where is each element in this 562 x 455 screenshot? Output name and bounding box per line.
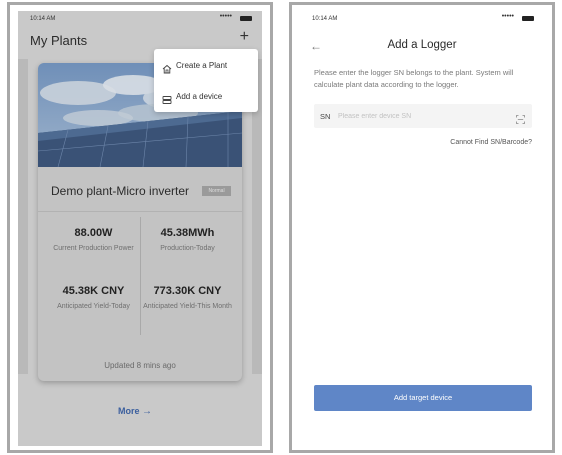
stat-yield-month: 773.30K CNY Anticipated Yield-This Month (141, 285, 234, 311)
scan-icon[interactable] (516, 111, 525, 124)
add-icon[interactable]: + (240, 28, 249, 46)
page-title: Add a Logger (387, 39, 457, 51)
updated-time: Updated 8 mins ago (104, 361, 176, 370)
device-icon (162, 92, 172, 104)
stat-label: Anticipated Yield-Today (57, 303, 130, 310)
stat-value: 773.30K CNY (153, 285, 222, 297)
left-screenshot-frame: 10:14 AM ••••• My Plants + Demo plant-Mi… (7, 2, 273, 453)
right-screenshot-frame: 10:14 AM ••••• Add a Logger ← Please ent… (289, 2, 555, 453)
arrow-right-icon: → (142, 406, 153, 417)
more-label: More (118, 406, 140, 416)
stat-production-today: 45.38MWh Production-Today (141, 227, 234, 253)
status-bar: 10:14 AM ••••• (18, 11, 262, 27)
stat-value: 88.00W (74, 227, 113, 239)
menu-item-create-plant[interactable]: Create a Plant (154, 51, 258, 81)
status-time: 10:14 AM (312, 16, 338, 22)
cannot-find-sn-link[interactable]: Cannot Find SN/Barcode? (450, 139, 532, 146)
add-menu-dropdown: Create a Plant Add a device (154, 49, 258, 112)
page-title: My Plants (30, 33, 88, 48)
home-icon (162, 61, 172, 74)
more-link[interactable]: More → (118, 406, 152, 417)
battery-icon (522, 16, 534, 21)
status-badge: Normal (202, 186, 231, 196)
sn-label: SN (320, 112, 331, 121)
stat-yield-today: 45.38K CNY Anticipated Yield-Today (47, 285, 140, 311)
status-bar: 10:14 AM ••••• (300, 11, 544, 27)
instruction-text: Please enter the logger SN belongs to th… (314, 68, 514, 89)
status-time: 10:14 AM (30, 16, 56, 22)
adjacent-card-left (18, 59, 28, 374)
add-logger-screen: 10:14 AM ••••• Add a Logger ← Please ent… (300, 11, 544, 446)
plant-name: Demo plant-Micro inverter (51, 184, 190, 198)
card-divider (38, 211, 242, 212)
back-arrow-icon[interactable]: ← (310, 39, 322, 53)
stat-label: Current Production Power (53, 245, 134, 252)
my-plants-screen: 10:14 AM ••••• My Plants + Demo plant-Mi… (18, 11, 262, 446)
stat-label: Production-Today (160, 245, 215, 252)
menu-item-label: Add a device (176, 92, 223, 101)
signal-icon: ••••• (501, 13, 514, 20)
stat-value: 45.38MWh (160, 227, 215, 239)
add-target-device-button[interactable]: Add target device (314, 385, 532, 411)
stat-label: Anticipated Yield-This Month (143, 303, 232, 310)
signal-icon: ••••• (219, 13, 232, 20)
battery-icon (240, 16, 252, 21)
sn-input[interactable] (338, 109, 508, 123)
plant-stats: 88.00W Current Production Power 45.38MWh… (47, 209, 233, 347)
stat-current-power: 88.00W Current Production Power (47, 227, 140, 253)
sn-field: SN (314, 104, 532, 128)
menu-item-add-device[interactable]: Add a device (154, 82, 258, 112)
stat-value: 45.38K CNY (62, 285, 125, 297)
menu-item-label: Create a Plant (176, 61, 228, 70)
